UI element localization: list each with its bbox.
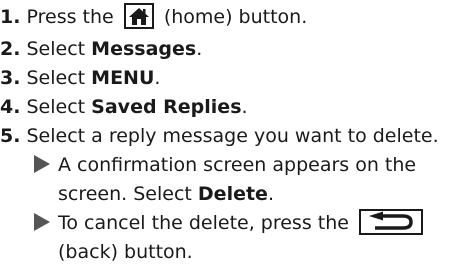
step-text: Select a reply message you want to delet… [26, 125, 439, 147]
note-2-line-2: (back) button. [58, 237, 193, 267]
step-number: 1. [0, 6, 21, 28]
step-text: Select [26, 96, 86, 118]
step-2: 2. Select Messages. [0, 34, 202, 64]
note-bold-text: Delete [197, 183, 268, 205]
step-suffix: . [154, 67, 161, 89]
step-suffix: . [196, 38, 203, 60]
step-bold-text: Messages [91, 38, 197, 60]
step-suffix: . [241, 96, 248, 118]
step-number: 2. [0, 38, 21, 60]
home-icon [123, 3, 154, 29]
note-text: screen. Select [58, 183, 192, 205]
note-text: A confirmation screen appears on the [58, 154, 417, 176]
note-text: To cancel the delete, press the [58, 212, 349, 234]
arrow-right-icon [34, 213, 50, 231]
step-text-before: Press the [26, 6, 114, 28]
note-suffix: . [267, 183, 274, 205]
step-number: 4. [0, 96, 21, 118]
step-4: 4. Select Saved Replies. [0, 92, 248, 122]
step-text-after: (home) button. [163, 6, 308, 28]
note-2-line-1: To cancel the delete, press the [32, 208, 427, 238]
step-text: Select [26, 38, 86, 60]
step-1: 1. Press the (home) button. [0, 2, 307, 32]
note-text: (back) button. [58, 241, 193, 263]
arrow-right-icon [34, 155, 50, 173]
step-bold-text: Saved Replies [91, 96, 242, 118]
note-1-line-1: A confirmation screen appears on the [32, 150, 416, 180]
step-bold-text: MENU [91, 67, 155, 89]
step-number: 5. [0, 125, 21, 147]
step-3: 3. Select MENU. [0, 63, 160, 93]
step-number: 3. [0, 67, 21, 89]
back-icon [359, 209, 423, 235]
note-1-line-2: screen. Select Delete. [58, 179, 274, 209]
step-5: 5. Select a reply message you want to de… [0, 121, 439, 151]
step-text: Select [26, 67, 86, 89]
